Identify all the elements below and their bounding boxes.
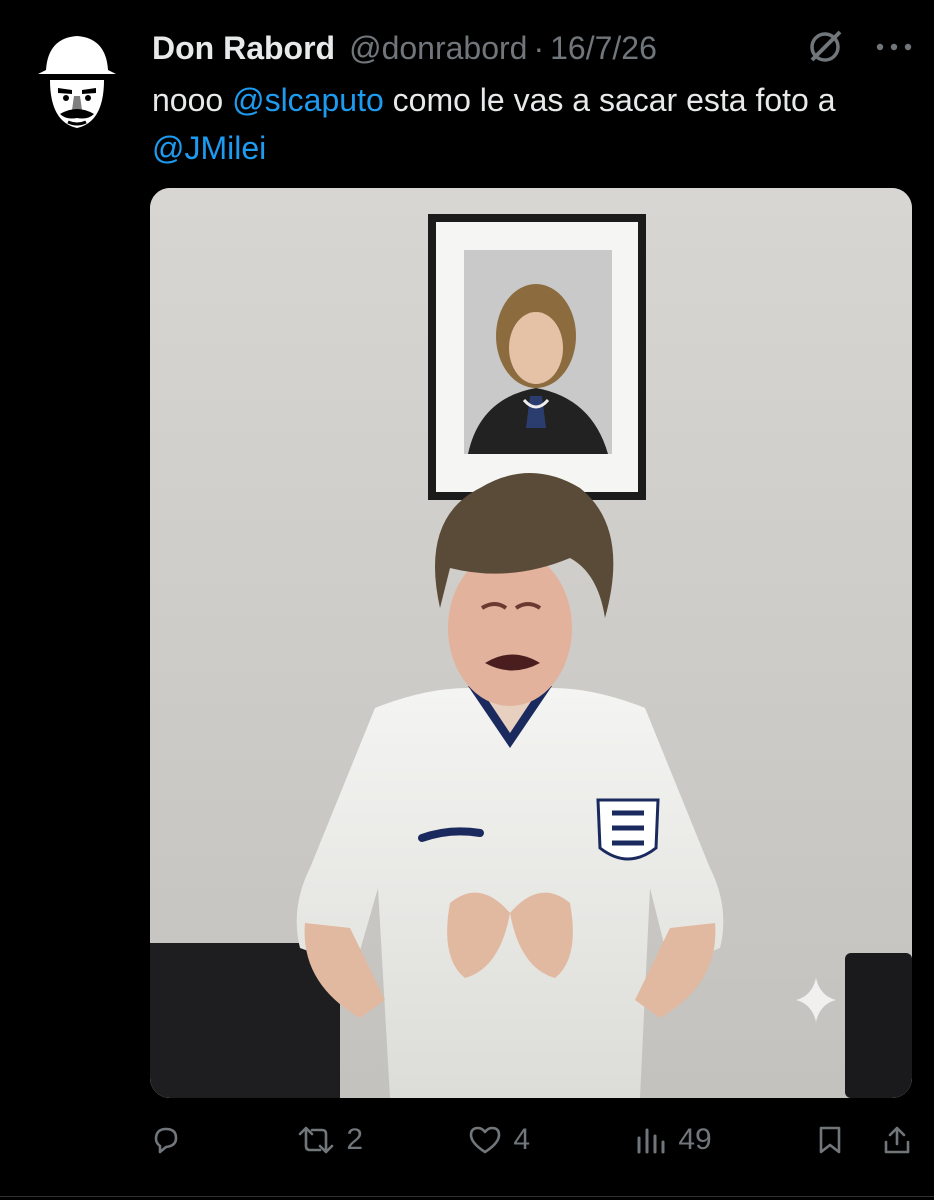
retweet-icon [299,1126,334,1154]
author-name[interactable]: Don Rabord [152,30,335,67]
reply-button[interactable] [150,1124,192,1156]
right-actions [816,1124,912,1156]
photo-illustration [150,188,912,1098]
like-button[interactable]: 4 [467,1123,530,1157]
retweet-button[interactable]: 2 [296,1123,363,1157]
share-icon[interactable] [882,1124,912,1156]
tweet-actions: 2 4 49 [150,1118,912,1162]
separator-dot: · [533,29,545,66]
views-icon [637,1128,665,1154]
text-part: nooo [152,82,233,118]
framed-portrait [428,214,646,500]
tweet-date[interactable]: 16/7/26 [550,30,657,67]
reply-icon [154,1127,178,1154]
heart-icon [470,1126,501,1154]
mention-link[interactable]: @slcaputo [232,82,384,118]
avatar[interactable] [38,30,116,130]
divider [0,1196,934,1197]
tweet-header: Don Rabord @donrabord · 16/7/26 [152,26,914,70]
tweet-photo[interactable] [150,188,912,1098]
avatar-illustration-icon [38,36,116,128]
views-count: 49 [678,1123,712,1156]
views-button[interactable]: 49 [634,1123,712,1157]
more-options-icon[interactable] [874,41,914,53]
text-part: como le vas a sacar esta foto a [383,82,836,118]
retweet-count: 2 [346,1123,363,1156]
tweet-text: nooo @slcaputo como le vas a sacar esta … [152,76,892,172]
bookmark-icon[interactable] [816,1124,844,1156]
grok-icon[interactable] [806,28,844,66]
author-handle[interactable]: @donrabord [349,30,527,67]
like-count: 4 [513,1123,530,1156]
mention-link[interactable]: @JMilei [152,130,266,166]
